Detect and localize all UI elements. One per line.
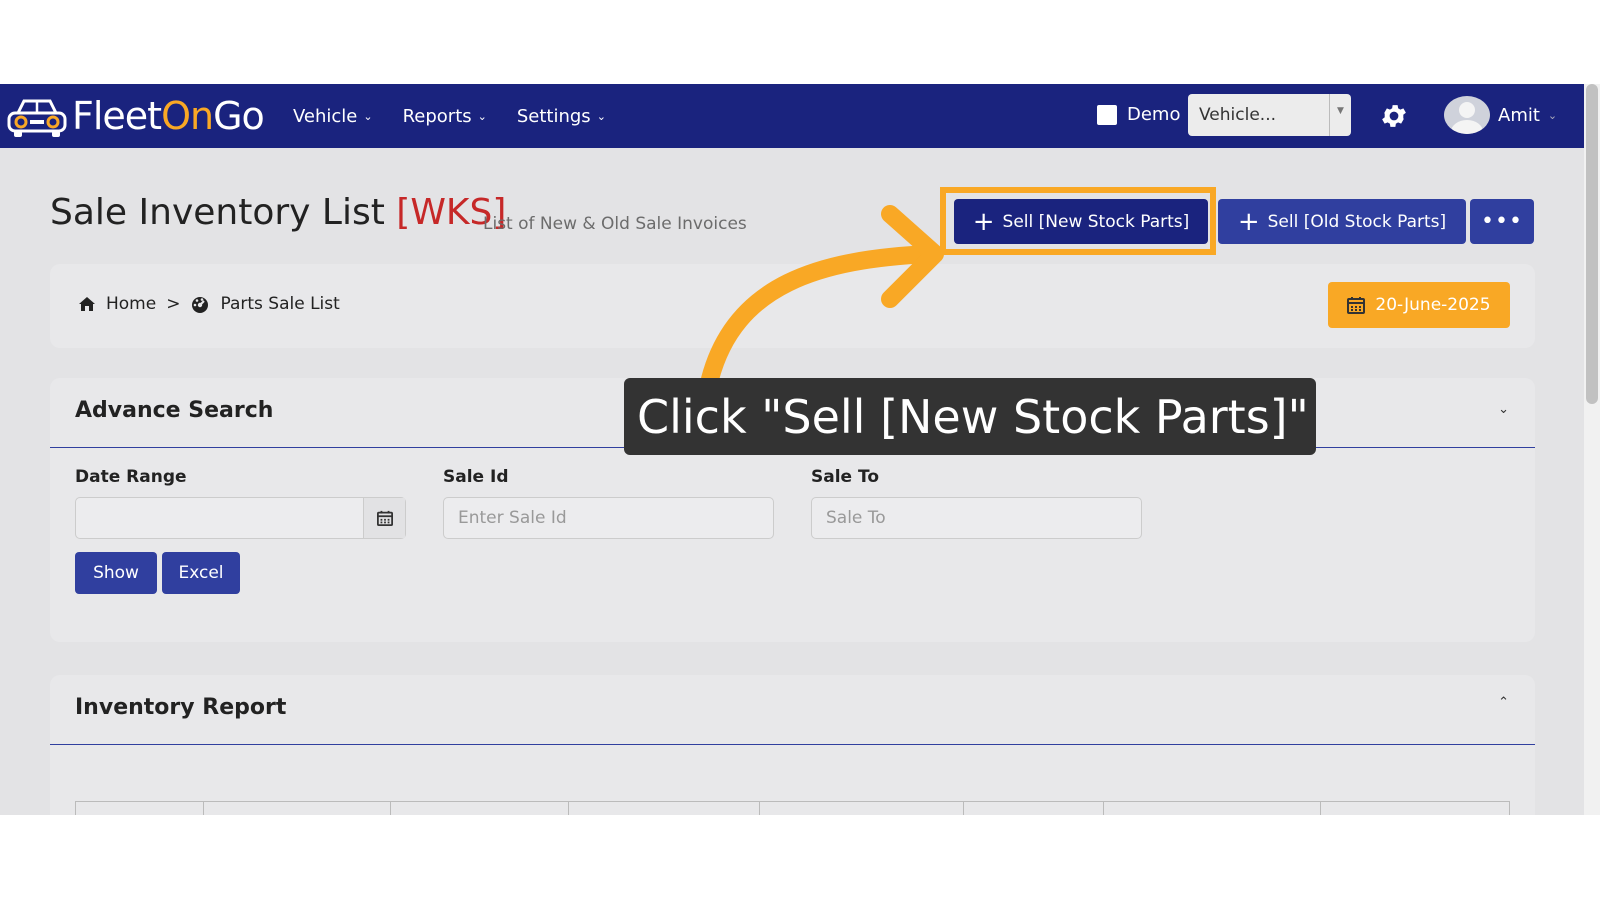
more-icon: ••• (1481, 209, 1523, 234)
current-date: 20-June-2025 (1375, 295, 1491, 315)
menu-reports[interactable]: Reports ⌄ (403, 106, 487, 127)
page-scrollbar[interactable] (1584, 84, 1600, 815)
menu-settings[interactable]: Settings ⌄ (517, 106, 606, 127)
page-title-text: Sale Inventory List (50, 192, 385, 233)
table-header-cell (204, 802, 391, 815)
date-range-label: Date Range (75, 467, 187, 487)
menu-vehicle-label: Vehicle (293, 105, 358, 127)
dropdown-arrow-icon: ▼ (1329, 94, 1351, 136)
inventory-report-header[interactable]: Inventory Report ⌃ (50, 675, 1535, 745)
chevron-down-icon: ⌄ (596, 109, 606, 123)
table-header-cell (391, 802, 569, 815)
home-icon (79, 297, 95, 311)
breadcrumb-separator: > (166, 294, 181, 314)
table-header-cell (569, 802, 760, 815)
calendar-icon (1347, 297, 1366, 314)
date-button[interactable]: 20-June-2025 (1328, 282, 1510, 328)
inventory-report-card: Inventory Report ⌃ (50, 675, 1535, 815)
breadcrumb-current: Parts Sale List (220, 294, 340, 314)
chevron-down-icon: ⌄ (477, 109, 487, 123)
chevron-down-icon[interactable]: ⌄ (1498, 402, 1509, 417)
breadcrumb-card: Home > Parts Sale List 20-June-2025 (50, 264, 1535, 348)
demo-checkbox[interactable] (1097, 104, 1117, 125)
brand-logo[interactable]: FleetOnGo (6, 92, 265, 140)
menu-reports-label: Reports (402, 105, 472, 127)
page-subtitle: List of New & Old Sale Invoices (483, 214, 747, 234)
sale-id-label: Sale Id (443, 467, 509, 487)
main-menu: Vehicle ⌄ Reports ⌄ Settings ⌄ (293, 84, 606, 148)
plus-icon: + (972, 206, 995, 237)
menu-settings-label: Settings (516, 105, 591, 127)
sell-new-stock-label: Sell [New Stock Parts] (1002, 211, 1190, 232)
show-button[interactable]: Show (75, 552, 157, 594)
sell-old-stock-button[interactable]: + Sell [Old Stock Parts] (1218, 199, 1466, 244)
table-header-cell (1321, 802, 1509, 815)
calendar-icon[interactable] (363, 498, 405, 538)
gear-icon[interactable] (1379, 101, 1409, 131)
chevron-down-icon: ⌄ (1547, 108, 1558, 122)
chevron-up-icon[interactable]: ⌃ (1498, 695, 1509, 710)
table-header-cell (760, 802, 964, 815)
avatar (1444, 96, 1490, 134)
user-name: Amit (1498, 104, 1540, 126)
inventory-table-header (75, 801, 1510, 815)
top-navbar: FleetOnGo Vehicle ⌄ Reports ⌄ Settings ⌄… (0, 84, 1584, 148)
sell-old-stock-label: Sell [Old Stock Parts] (1267, 211, 1447, 232)
breadcrumb: Home > Parts Sale List (78, 294, 340, 314)
page-title: Sale Inventory List [WKS] (50, 192, 506, 233)
demo-toggle[interactable]: Demo (1097, 104, 1180, 125)
table-header-cell (76, 802, 204, 815)
dashboard-gauge-icon (192, 297, 209, 313)
more-options-button[interactable]: ••• (1470, 199, 1534, 244)
inventory-report-title: Inventory Report (75, 695, 287, 720)
breadcrumb-home[interactable]: Home (106, 294, 156, 314)
brand-name: FleetOnGo (72, 94, 265, 138)
advance-search-title: Advance Search (75, 398, 274, 423)
sell-new-stock-button[interactable]: + Sell [New Stock Parts] (954, 199, 1208, 244)
chevron-down-icon: ⌄ (363, 109, 373, 123)
sale-to-label: Sale To (811, 467, 880, 487)
sale-to-input[interactable] (811, 497, 1142, 539)
date-range-input[interactable] (75, 497, 406, 539)
table-header-cell (1104, 802, 1321, 815)
vehicle-select-value: Vehicle... (1199, 105, 1277, 125)
vehicle-select[interactable]: Vehicle... ▼ (1188, 94, 1351, 136)
sale-id-input[interactable] (443, 497, 774, 539)
plus-icon: + (1237, 206, 1260, 237)
app-window: FleetOnGo Vehicle ⌄ Reports ⌄ Settings ⌄… (0, 84, 1600, 815)
excel-button[interactable]: Excel (162, 552, 240, 594)
table-header-cell (964, 802, 1104, 815)
user-menu[interactable]: Amit ⌄ (1444, 96, 1557, 134)
menu-vehicle[interactable]: Vehicle ⌄ (293, 106, 373, 127)
demo-label: Demo (1127, 104, 1181, 125)
scrollbar-thumb[interactable] (1586, 84, 1598, 404)
car-icon (7, 99, 67, 137)
tutorial-tooltip: Click "Sell [New Stock Parts]" (624, 378, 1316, 455)
